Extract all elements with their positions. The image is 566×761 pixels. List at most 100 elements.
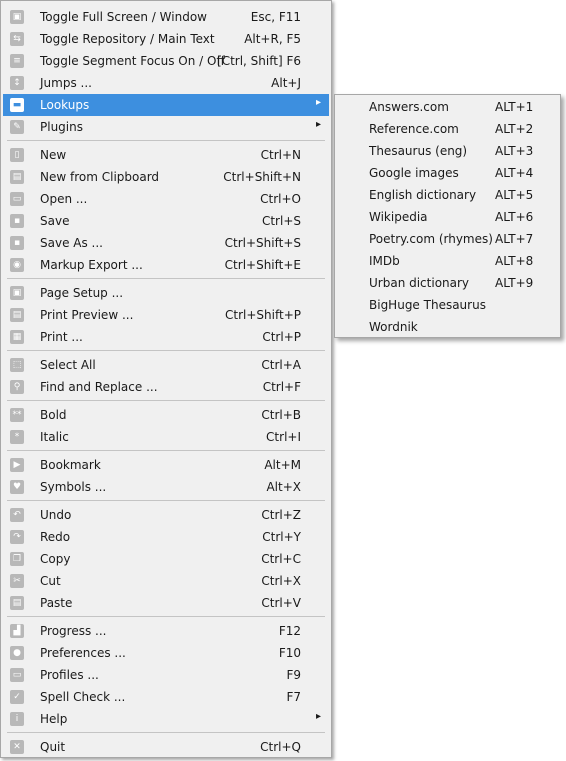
menu-item-shortcut: Alt+X bbox=[266, 480, 301, 494]
menu-item-open[interactable]: ▭ Open ... Ctrl+O bbox=[3, 188, 329, 210]
menu-item-shortcut: Ctrl+N bbox=[260, 148, 301, 162]
menu-item-copy[interactable]: ❐ Copy Ctrl+C bbox=[3, 548, 329, 570]
menu-item-label: Bookmark bbox=[40, 458, 101, 472]
menu-item-quit[interactable]: ✕ Quit Ctrl+Q bbox=[3, 736, 329, 758]
menu-item-plugins[interactable]: ✎ Plugins ▸ bbox=[3, 116, 329, 138]
menu-item-shortcut: F10 bbox=[278, 646, 301, 660]
menu-item-label: Copy bbox=[40, 552, 71, 566]
menu-item-new[interactable]: ▯ New Ctrl+N bbox=[3, 144, 329, 166]
bold-icon: ** bbox=[10, 408, 24, 422]
menu-item-label: Save bbox=[40, 214, 70, 228]
menu-item-shortcut: Ctrl+P bbox=[262, 330, 301, 344]
menu-item-help[interactable]: i Help ▸ bbox=[3, 708, 329, 730]
new-document-icon: ▯ bbox=[10, 148, 24, 162]
italic-icon: * bbox=[10, 430, 24, 444]
menu-item-label: Find and Replace ... bbox=[40, 380, 158, 394]
menu-item-page-setup[interactable]: ▣ Page Setup ... bbox=[3, 282, 329, 304]
menu-separator bbox=[7, 732, 325, 733]
lookup-item-poetry-com-rhymes[interactable]: Poetry.com (rhymes) ALT+7 bbox=[337, 228, 558, 250]
lookup-item-wikipedia[interactable]: Wikipedia ALT+6 bbox=[337, 206, 558, 228]
menu-item-label: Undo bbox=[40, 508, 72, 522]
lookup-item-shortcut: ALT+6 bbox=[495, 210, 534, 224]
speech-bubble-icon: ▬ bbox=[10, 98, 24, 112]
print-preview-icon: ▤ bbox=[10, 308, 24, 322]
lookup-item-label: Wikipedia bbox=[369, 210, 428, 224]
menu-item-cut[interactable]: ✂ Cut Ctrl+X bbox=[3, 570, 329, 592]
menu-item-save-as[interactable]: ▪ Save As ... Ctrl+Shift+S bbox=[3, 232, 329, 254]
menu-item-save[interactable]: ▪ Save Ctrl+S bbox=[3, 210, 329, 232]
menu-item-preferences[interactable]: ● Preferences ... F10 bbox=[3, 642, 329, 664]
clipboard-document-icon: ▤ bbox=[10, 170, 24, 184]
lookup-item-label: Urban dictionary bbox=[369, 276, 470, 290]
lookup-item-google-images[interactable]: Google images ALT+4 bbox=[337, 162, 558, 184]
lookup-item-imdb[interactable]: IMDb ALT+8 bbox=[337, 250, 558, 272]
menu-item-label: Cut bbox=[40, 574, 61, 588]
menu-item-bold[interactable]: ** Bold Ctrl+B bbox=[3, 404, 329, 426]
menu-item-print[interactable]: ▦ Print ... Ctrl+P bbox=[3, 326, 329, 348]
menu-item-label: Progress ... bbox=[40, 624, 107, 638]
lookup-item-english-dictionary[interactable]: English dictionary ALT+5 bbox=[337, 184, 558, 206]
menu-item-markup-export[interactable]: ◉ Markup Export ... Ctrl+Shift+E bbox=[3, 254, 329, 276]
menu-item-toggle-full-screen-window[interactable]: ▣ Toggle Full Screen / Window Esc, F11 bbox=[3, 6, 329, 28]
bookmark-icon: ▶ bbox=[10, 458, 24, 472]
menu-item-shortcut: Ctrl+Shift+P bbox=[225, 308, 301, 322]
menu-item-undo[interactable]: ↶ Undo Ctrl+Z bbox=[3, 504, 329, 526]
menu-item-find-and-replace[interactable]: ⚲ Find and Replace ... Ctrl+F bbox=[3, 376, 329, 398]
menu-item-toggle-segment-focus-on-off[interactable]: ≡ Toggle Segment Focus On / Off [Ctrl, Shi… bbox=[3, 50, 329, 72]
menu-item-label: Plugins bbox=[40, 120, 83, 134]
menu-item-shortcut: F9 bbox=[286, 668, 301, 682]
menu-item-shortcut: Ctrl+Shift+N bbox=[223, 170, 301, 184]
select-all-icon: ⬚ bbox=[10, 358, 24, 372]
lookup-item-shortcut: ALT+1 bbox=[495, 100, 534, 114]
menu-item-label: Italic bbox=[40, 430, 69, 444]
menu-item-label: Preferences ... bbox=[40, 646, 126, 660]
menu-item-shortcut: F7 bbox=[286, 690, 301, 704]
menu-item-bookmark[interactable]: ▶ Bookmark Alt+M bbox=[3, 454, 329, 476]
fullscreen-icon: ▣ bbox=[10, 10, 24, 24]
menu-item-symbols[interactable]: ♥ Symbols ... Alt+X bbox=[3, 476, 329, 498]
lookup-item-answers-com[interactable]: Answers.com ALT+1 bbox=[337, 96, 558, 118]
user-icon: ● bbox=[10, 646, 24, 660]
lookup-item-bighuge-thesaurus[interactable]: BigHuge Thesaurus bbox=[337, 294, 558, 316]
menu-item-paste[interactable]: ▤ Paste Ctrl+V bbox=[3, 592, 329, 614]
menu-item-select-all[interactable]: ⬚ Select All Ctrl+A bbox=[3, 354, 329, 376]
menu-item-shortcut: F12 bbox=[278, 624, 301, 638]
context-menu: ▣ Toggle Full Screen / Window Esc, F11 ⇆ Tog… bbox=[0, 0, 332, 758]
cut-icon: ✂ bbox=[10, 574, 24, 588]
menu-item-label: Print Preview ... bbox=[40, 308, 134, 322]
lookup-item-reference-com[interactable]: Reference.com ALT+2 bbox=[337, 118, 558, 140]
menu-separator bbox=[7, 400, 325, 401]
menu-item-redo[interactable]: ↷ Redo Ctrl+Y bbox=[3, 526, 329, 548]
lookup-item-label: Answers.com bbox=[369, 100, 449, 114]
lookup-item-label: Wordnik bbox=[369, 320, 418, 334]
menu-item-progress[interactable]: ▟ Progress ... F12 bbox=[3, 620, 329, 642]
lookup-item-thesaurus-eng[interactable]: Thesaurus (eng) ALT+3 bbox=[337, 140, 558, 162]
lookup-item-urban-dictionary[interactable]: Urban dictionary ALT+9 bbox=[337, 272, 558, 294]
menu-item-shortcut: Ctrl+B bbox=[261, 408, 301, 422]
menu-item-spell-check[interactable]: ✓ Spell Check ... F7 bbox=[3, 686, 329, 708]
magnifier-icon: ⚲ bbox=[10, 380, 24, 394]
lookup-item-wordnik[interactable]: Wordnik bbox=[337, 316, 558, 338]
menu-item-toggle-repository-main-text[interactable]: ⇆ Toggle Repository / Main Text Alt+R, F5 bbox=[3, 28, 329, 50]
menu-item-profiles[interactable]: ▭ Profiles ... F9 bbox=[3, 664, 329, 686]
jump-icon: ↕ bbox=[10, 76, 24, 90]
menu-item-shortcut: Ctrl+X bbox=[261, 574, 301, 588]
close-x-icon: ✕ bbox=[10, 740, 24, 754]
menu-item-new-from-clipboard[interactable]: ▤ New from Clipboard Ctrl+Shift+N bbox=[3, 166, 329, 188]
page-setup-icon: ▣ bbox=[10, 286, 24, 300]
lookup-item-shortcut: ALT+3 bbox=[495, 144, 534, 158]
lookup-item-label: Poetry.com (rhymes) bbox=[369, 232, 493, 246]
menu-item-print-preview[interactable]: ▤ Print Preview ... Ctrl+Shift+P bbox=[3, 304, 329, 326]
segment-focus-icon: ≡ bbox=[10, 54, 24, 68]
undo-icon: ↶ bbox=[10, 508, 24, 522]
menu-item-italic[interactable]: * Italic Ctrl+I bbox=[3, 426, 329, 448]
menu-item-label: Bold bbox=[40, 408, 67, 422]
printer-icon: ▦ bbox=[10, 330, 24, 344]
menu-item-shortcut: Alt+J bbox=[271, 76, 301, 90]
paste-icon: ▤ bbox=[10, 596, 24, 610]
menu-item-lookups[interactable]: ▬ Lookups ▸ bbox=[3, 94, 329, 116]
menu-item-label: Lookups bbox=[40, 98, 90, 112]
menu-item-jumps[interactable]: ↕ Jumps ... Alt+J bbox=[3, 72, 329, 94]
lookup-item-label: BigHuge Thesaurus bbox=[369, 298, 486, 312]
menu-item-shortcut: Ctrl+V bbox=[261, 596, 301, 610]
